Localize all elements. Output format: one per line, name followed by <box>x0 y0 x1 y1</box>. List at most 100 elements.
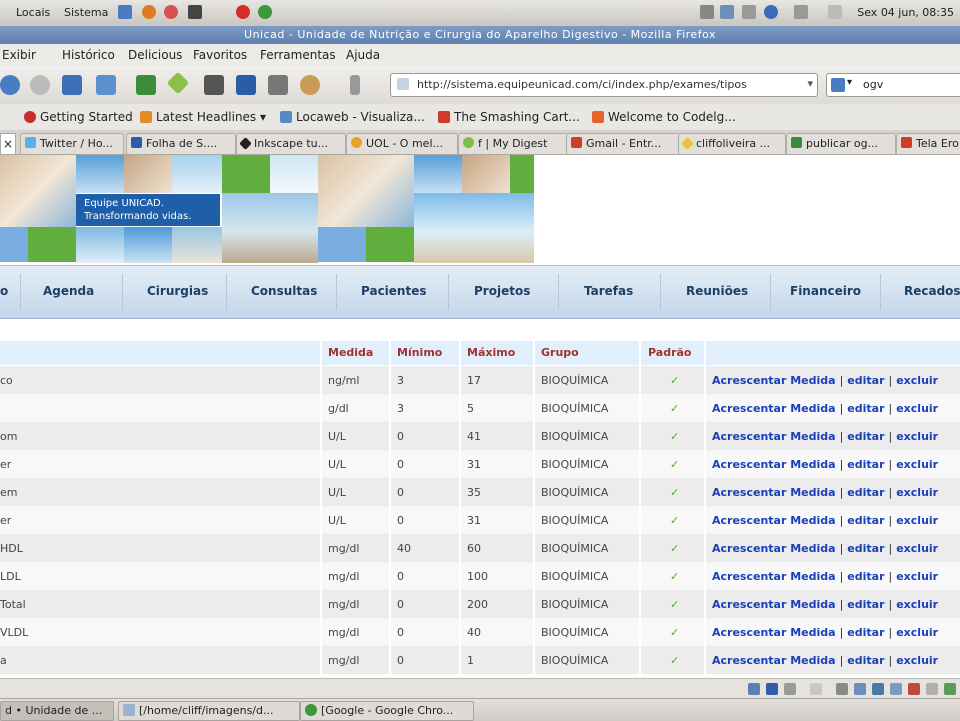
url-bar[interactable]: http://sistema.equipeunicad.com/ci/index… <box>390 73 818 97</box>
tray-volume-icon[interactable] <box>794 5 808 19</box>
home-icon[interactable] <box>62 75 82 95</box>
edit-link[interactable]: editar <box>847 430 884 443</box>
status-addon-icon[interactable] <box>810 683 822 695</box>
help-launcher-icon[interactable] <box>164 5 178 19</box>
menu-ajuda[interactable]: Ajuda <box>346 48 380 62</box>
delete-link[interactable]: excluir <box>896 430 938 443</box>
opera-launcher-icon[interactable] <box>236 5 250 19</box>
reload-icon[interactable] <box>0 75 20 95</box>
add-measure-link[interactable]: Acrescentar Medida <box>712 402 836 415</box>
edit-link[interactable]: editar <box>847 458 884 471</box>
delete-link[interactable]: excluir <box>896 374 938 387</box>
firefox-launcher-icon[interactable] <box>142 5 156 19</box>
app-launcher-icon[interactable] <box>118 5 132 19</box>
taskbar-nautilus[interactable]: [/home/cliff/imagens/d... <box>118 701 300 721</box>
status-addon-icon[interactable] <box>872 683 884 695</box>
add-measure-link[interactable]: Acrescentar Medida <box>712 626 836 639</box>
tab-my-digest[interactable]: f | My Digest <box>458 133 568 154</box>
search-box[interactable]: ▾ ogv <box>826 73 960 97</box>
add-measure-link[interactable]: Acrescentar Medida <box>712 374 836 387</box>
nav-item-partial[interactable]: o <box>0 284 8 298</box>
menu-delicious[interactable]: Delicious <box>128 48 182 62</box>
status-addon-icon[interactable] <box>926 683 938 695</box>
delete-link[interactable]: excluir <box>896 598 938 611</box>
add-measure-link[interactable]: Acrescentar Medida <box>712 542 836 555</box>
tray-mail-icon[interactable] <box>828 5 842 19</box>
nav-item-recados[interactable]: Recados <box>904 284 960 298</box>
status-addon-icon[interactable] <box>890 683 902 695</box>
nav-item-reunioes[interactable]: Reuniões <box>686 284 748 298</box>
search-input-value[interactable]: ogv <box>863 78 883 91</box>
edit-link[interactable]: editar <box>847 570 884 583</box>
add-measure-link[interactable]: Acrescentar Medida <box>712 570 836 583</box>
tab-gmail[interactable]: Gmail - Entr... <box>566 133 680 154</box>
nav-item-tarefas[interactable]: Tarefas <box>584 284 633 298</box>
bookmark-getting-started[interactable]: Getting Started <box>24 110 133 124</box>
screenshot-icon[interactable] <box>204 75 224 95</box>
panel-menu-sistema[interactable]: Sistema <box>64 6 108 19</box>
menu-historico[interactable]: Histórico <box>62 48 115 62</box>
tab-inkscape[interactable]: Inkscape tu... <box>236 133 346 154</box>
nav-item-cirurgias[interactable]: Cirurgias <box>147 284 208 298</box>
bookmark-smashing-cart[interactable]: The Smashing Cart... <box>438 110 580 124</box>
taskbar-chrome[interactable]: [Google - Google Chro... <box>300 701 474 721</box>
terminal-launcher-icon[interactable] <box>188 5 202 19</box>
delete-link[interactable]: excluir <box>896 458 938 471</box>
add-measure-link[interactable]: Acrescentar Medida <box>712 654 836 667</box>
menu-favoritos[interactable]: Favoritos <box>193 48 247 62</box>
edit-link[interactable]: editar <box>847 514 884 527</box>
tab-cliffoliveira[interactable]: cliffoliveira ... <box>678 133 786 154</box>
panel-menu-locais[interactable]: Locais <box>16 6 50 19</box>
search-engine-dropdown-icon[interactable]: ▾ <box>847 77 852 88</box>
tray-keyboard-icon[interactable] <box>742 5 756 19</box>
bookmark-latest-headlines[interactable]: Latest Headlines ▾ <box>140 110 266 124</box>
tray-network-icon[interactable] <box>700 5 714 19</box>
status-addon-icon[interactable] <box>836 683 848 695</box>
panel-clock[interactable]: Sex 04 jun, 08:35 <box>857 6 954 19</box>
edit-link[interactable]: editar <box>847 626 884 639</box>
tab-tela-ero[interactable]: Tela Ero <box>896 133 960 154</box>
bookmark-codelg[interactable]: Welcome to Codelg... <box>592 110 736 124</box>
delete-link[interactable]: excluir <box>896 486 938 499</box>
print-icon[interactable] <box>268 75 288 95</box>
tab-uol[interactable]: UOL - O mel... <box>346 133 458 154</box>
stop-icon[interactable] <box>30 75 50 95</box>
delete-link[interactable]: excluir <box>896 654 938 667</box>
tab-twitter[interactable]: Twitter / Ho... <box>20 133 124 154</box>
delete-link[interactable]: excluir <box>896 570 938 583</box>
nav-item-agenda[interactable]: Agenda <box>43 284 94 298</box>
tray-bluetooth-icon[interactable] <box>764 5 778 19</box>
url-text[interactable]: http://sistema.equipeunicad.com/ci/index… <box>417 78 747 91</box>
status-addon-icon[interactable] <box>766 683 778 695</box>
edit-link[interactable]: editar <box>847 486 884 499</box>
nav-item-financeiro[interactable]: Financeiro <box>790 284 861 298</box>
window-title-bar[interactable]: Unicad - Unidade de Nutrição e Cirurgia … <box>0 26 960 44</box>
add-measure-link[interactable]: Acrescentar Medida <box>712 486 836 499</box>
status-addon-icon[interactable] <box>748 683 760 695</box>
nav-item-consultas[interactable]: Consultas <box>251 284 317 298</box>
nav-item-pacientes[interactable]: Pacientes <box>361 284 427 298</box>
search-engine-icon[interactable] <box>831 78 845 92</box>
delete-link[interactable]: excluir <box>896 514 938 527</box>
tab-publicar[interactable]: publicar og... <box>786 133 896 154</box>
url-dropdown-icon[interactable]: ▾ <box>807 77 813 90</box>
sidebar-icon[interactable] <box>236 75 256 95</box>
delete-link[interactable]: excluir <box>896 542 938 555</box>
taskbar-firefox[interactable]: d • Unidade de ... <box>0 701 114 721</box>
cookie-icon[interactable] <box>300 75 320 95</box>
edit-link[interactable]: editar <box>847 542 884 555</box>
add-measure-link[interactable]: Acrescentar Medida <box>712 598 836 611</box>
extension-icon[interactable] <box>350 75 360 95</box>
edit-link[interactable]: editar <box>847 598 884 611</box>
add-measure-link[interactable]: Acrescentar Medida <box>712 430 836 443</box>
site-identity-icon[interactable] <box>397 78 409 90</box>
delete-link[interactable]: excluir <box>896 402 938 415</box>
edit-link[interactable]: editar <box>847 374 884 387</box>
menu-exibir[interactable]: Exibir <box>2 48 36 62</box>
delete-link[interactable]: excluir <box>896 626 938 639</box>
edit-link[interactable]: editar <box>847 654 884 667</box>
tab-folha[interactable]: Folha de S.... <box>126 133 236 154</box>
chrome-launcher-icon[interactable] <box>258 5 272 19</box>
bookmark-star-icon[interactable] <box>96 75 116 95</box>
delicious-icon[interactable] <box>136 75 156 95</box>
